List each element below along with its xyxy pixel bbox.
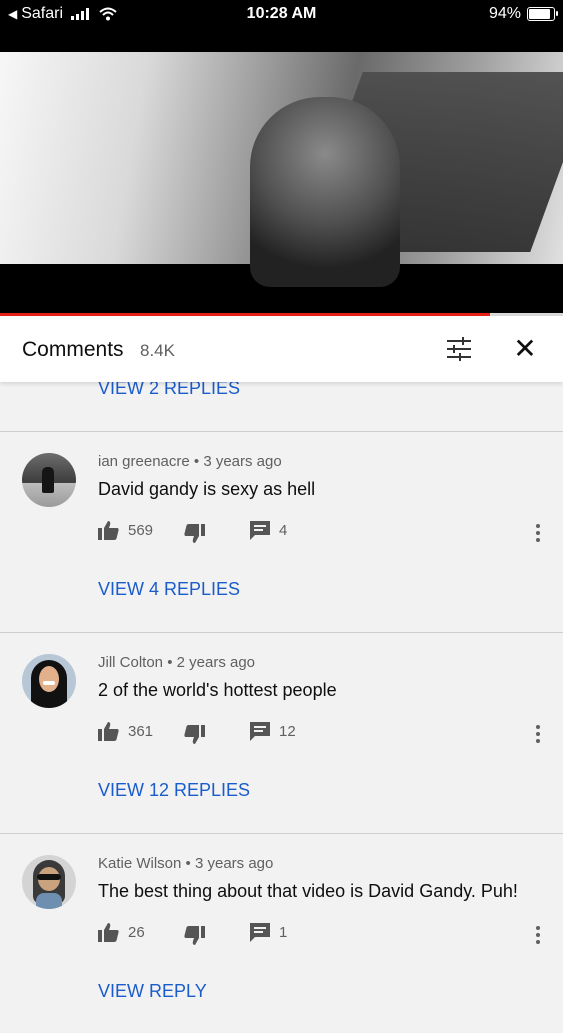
video-frame[interactable] (0, 52, 563, 287)
comment-author[interactable]: ian greenacre (98, 453, 190, 470)
thumbs-down-icon (184, 524, 205, 543)
reply-button[interactable]: 4 (250, 521, 287, 540)
comment-text: 2 of the world's hottest people (98, 680, 337, 700)
clock: 10:28 AM (246, 5, 317, 22)
thumbs-down-icon (184, 725, 205, 744)
view-replies-link[interactable]: VIEW REPLY (98, 981, 207, 1002)
avatar[interactable] (22, 453, 76, 507)
battery-fill (529, 9, 550, 19)
like-button[interactable]: 569 (98, 521, 153, 540)
more-options-icon[interactable] (534, 724, 542, 744)
thumbs-up-icon (98, 923, 119, 942)
view-replies-link[interactable]: VIEW 12 REPLIES (98, 780, 250, 801)
battery-percent: 94% (488, 5, 521, 22)
video-figure-shape (250, 97, 400, 287)
thumbs-up-icon (98, 521, 119, 540)
more-options-icon[interactable] (534, 523, 542, 543)
thumbs-up-icon (98, 722, 119, 741)
reply-count: 4 (279, 522, 288, 539)
comment-item: ian greenacre • 3 years ago David gandy … (0, 431, 563, 631)
comment-text: David gandy is sexy as hell (98, 479, 316, 499)
comment-time: 3 years ago (203, 453, 282, 470)
reply-button[interactable]: 12 (250, 722, 296, 741)
comments-count: 8.4K (140, 341, 175, 360)
comment-icon (250, 923, 270, 942)
dislike-button[interactable] (184, 926, 205, 945)
sort-filter-icon[interactable] (446, 337, 472, 361)
more-options-icon[interactable] (534, 925, 542, 945)
comment-item: Katie Wilson • 3 years ago The best thin… (0, 833, 563, 1033)
comments-title: Comments (22, 338, 124, 361)
comments-header: Comments 8.4K ✕ (0, 316, 563, 382)
reply-button[interactable]: 1 (250, 923, 287, 942)
video-player[interactable] (0, 30, 563, 313)
like-button[interactable]: 26 (98, 923, 145, 942)
avatar[interactable] (22, 654, 76, 708)
battery-icon (527, 7, 558, 21)
reply-count: 1 (279, 924, 288, 941)
comment-text: The best thing about that video is David… (98, 881, 518, 901)
comment-time: 2 years ago (176, 654, 256, 671)
view-replies-link[interactable]: VIEW 4 REPLIES (98, 579, 240, 600)
thumbs-down-icon (184, 926, 205, 945)
status-bar: ◀ Safari 10:28 AM 94% (0, 0, 563, 30)
dislike-button[interactable] (184, 524, 205, 543)
like-count: 569 (128, 522, 154, 539)
like-count: 361 (128, 723, 154, 740)
comment-icon (250, 722, 270, 741)
like-button[interactable]: 361 (98, 722, 153, 741)
reply-count: 12 (279, 723, 296, 740)
comment-author[interactable]: Katie Wilson (98, 855, 181, 872)
like-count: 26 (128, 924, 145, 941)
comment-author[interactable]: Jill Colton (98, 654, 163, 671)
close-icon[interactable]: ✕ (512, 335, 538, 363)
comment-item: Jill Colton • 2 years ago 2 of the world… (0, 632, 563, 832)
comment-time: 3 years ago (194, 855, 274, 872)
comment-icon (250, 521, 270, 540)
dislike-button[interactable] (184, 725, 205, 744)
avatar[interactable] (22, 855, 76, 909)
